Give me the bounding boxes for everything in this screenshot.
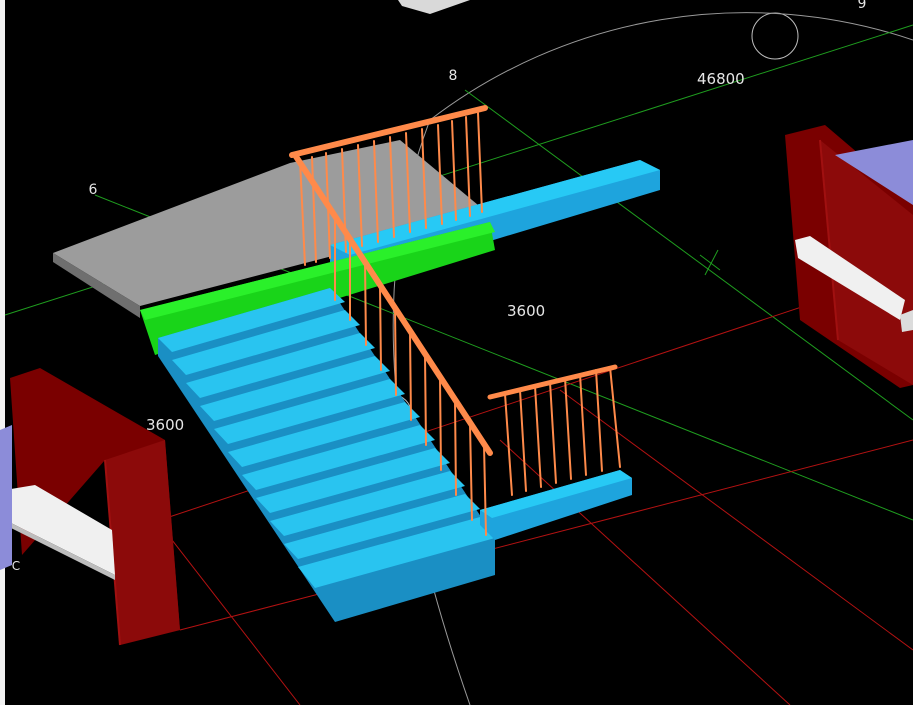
compass-circle-icon[interactable] xyxy=(751,12,799,60)
left-door[interactable] xyxy=(0,368,180,646)
axis-tag-8[interactable]: 8 xyxy=(439,63,467,89)
lower-stair-flight[interactable] xyxy=(158,288,495,622)
dimension-label-landing: 3600 xyxy=(507,302,546,320)
3d-viewport[interactable]: 8 6 9 C 46800 3600 3600 xyxy=(0,0,913,705)
orbit-arc xyxy=(429,12,913,121)
axis-tag-c[interactable]: C xyxy=(2,553,30,579)
axis-tag-9[interactable]: 9 xyxy=(848,0,876,17)
axis-tag-6[interactable]: 6 xyxy=(79,177,107,203)
dimension-label-flight: 3600 xyxy=(146,416,185,434)
upper-slab-fragment[interactable] xyxy=(398,0,470,14)
stair-model-scene[interactable] xyxy=(0,0,913,705)
right-door[interactable] xyxy=(785,125,913,388)
dimension-label-overall: 46800 xyxy=(697,70,745,88)
